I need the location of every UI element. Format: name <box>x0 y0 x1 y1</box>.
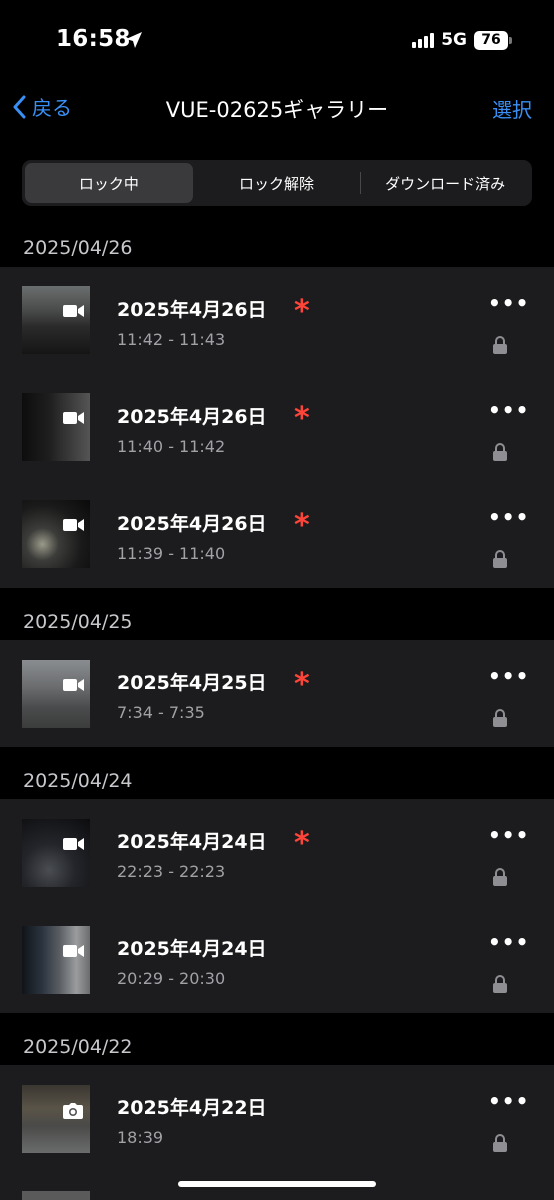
media-title: 2025年4月26日 <box>117 406 267 428</box>
media-time: 11:39 - 11:40 <box>117 544 226 563</box>
media-group: 2025年4月26日 * 11:42 - 11:43 ••• 2025年4月26… <box>0 267 554 588</box>
media-time: 22:23 - 22:23 <box>117 862 226 881</box>
section-header: 2025/04/25 <box>23 611 133 633</box>
tab-locked[interactable]: ロック中 <box>25 163 193 203</box>
status-indicators: 5G 76 <box>412 30 512 50</box>
lock-icon <box>493 868 507 886</box>
more-options-button[interactable]: ••• <box>488 666 529 686</box>
media-group: 2025年4月25日 * 7:34 - 7:35 ••• <box>0 640 554 747</box>
media-row[interactable]: 2025年4月26日 * 11:40 - 11:42 ••• <box>0 374 554 481</box>
battery-icon: 76 <box>474 30 512 50</box>
media-title: 2025年4月26日 <box>117 299 267 321</box>
video-camera-icon <box>63 412 84 424</box>
video-camera-icon <box>63 679 84 691</box>
cellular-signal-icon <box>412 32 435 48</box>
status-bar: 16:58 5G 76 <box>0 0 554 80</box>
filter-segmented-control: ロック中 ロック解除 ダウンロード済み <box>22 160 532 206</box>
video-camera-icon <box>63 305 84 317</box>
tab-unlocked[interactable]: ロック解除 <box>193 163 361 203</box>
flag-asterisk-icon: * <box>294 401 310 436</box>
video-camera-icon <box>63 519 84 531</box>
media-time: 11:42 - 11:43 <box>117 330 226 349</box>
flag-asterisk-icon: * <box>294 508 310 543</box>
video-thumbnail <box>22 286 90 354</box>
media-row[interactable]: 2025年4月24日 * 22:23 - 22:23 ••• <box>0 799 554 906</box>
flag-asterisk-icon: * <box>294 294 310 329</box>
media-time: 18:39 <box>117 1128 164 1147</box>
lock-icon <box>493 709 507 727</box>
location-arrow-icon <box>126 32 142 48</box>
video-thumbnail <box>22 1191 90 1200</box>
navigation-bar: 戻る VUE-02625ギャラリー 選択 <box>0 84 554 132</box>
lock-icon <box>493 336 507 354</box>
video-camera-icon <box>63 838 84 850</box>
media-title: 2025年4月25日 <box>117 672 267 694</box>
lock-icon <box>493 443 507 461</box>
more-options-button[interactable]: ••• <box>488 825 529 845</box>
home-indicator <box>178 1181 376 1187</box>
media-row[interactable]: 2025年4月24日 20:29 - 20:30 ••• <box>0 906 554 1013</box>
camera-icon <box>63 1103 83 1119</box>
flag-asterisk-icon: * <box>294 667 310 702</box>
battery-level: 76 <box>474 30 508 50</box>
select-button[interactable]: 選択 <box>492 94 532 123</box>
media-row[interactable]: 2025年4月26日 * 11:39 - 11:40 ••• <box>0 481 554 588</box>
flag-asterisk-icon: * <box>294 826 310 861</box>
media-time: 7:34 - 7:35 <box>117 703 205 722</box>
video-thumbnail <box>22 819 90 887</box>
video-thumbnail <box>22 926 90 994</box>
media-group: 2025年4月22日 18:39 ••• <box>0 1065 554 1200</box>
lock-icon <box>493 550 507 568</box>
media-title: 2025年4月26日 <box>117 513 267 535</box>
media-title: 2025年4月22日 <box>117 1097 267 1119</box>
media-row[interactable]: 2025年4月22日 18:39 ••• <box>0 1065 554 1172</box>
media-title: 2025年4月24日 <box>117 938 267 960</box>
video-thumbnail <box>22 660 90 728</box>
section-header: 2025/04/26 <box>23 237 133 259</box>
media-row[interactable]: 2025年4月26日 * 11:42 - 11:43 ••• <box>0 267 554 374</box>
network-type: 5G <box>441 30 467 50</box>
more-options-button[interactable]: ••• <box>488 400 529 420</box>
more-options-button[interactable]: ••• <box>488 293 529 313</box>
photo-thumbnail <box>22 1085 90 1153</box>
media-time: 11:40 - 11:42 <box>117 437 226 456</box>
tab-downloaded[interactable]: ダウンロード済み <box>361 163 529 203</box>
video-thumbnail <box>22 500 90 568</box>
more-options-button[interactable]: ••• <box>488 507 529 527</box>
lock-icon <box>493 1134 507 1152</box>
section-header: 2025/04/24 <box>23 770 133 792</box>
media-group: 2025年4月24日 * 22:23 - 22:23 ••• 2025年4月24… <box>0 799 554 1013</box>
media-title: 2025年4月24日 <box>117 831 267 853</box>
media-row[interactable]: 2025年4月25日 * 7:34 - 7:35 ••• <box>0 640 554 747</box>
lock-icon <box>493 975 507 993</box>
media-time: 20:29 - 20:30 <box>117 969 226 988</box>
video-thumbnail <box>22 393 90 461</box>
more-options-button[interactable]: ••• <box>488 1091 529 1111</box>
section-header: 2025/04/22 <box>23 1036 133 1058</box>
status-time: 16:58 <box>56 26 131 52</box>
more-options-button[interactable]: ••• <box>488 932 529 952</box>
page-title: VUE-02625ギャラリー <box>165 98 389 122</box>
video-camera-icon <box>63 945 84 957</box>
